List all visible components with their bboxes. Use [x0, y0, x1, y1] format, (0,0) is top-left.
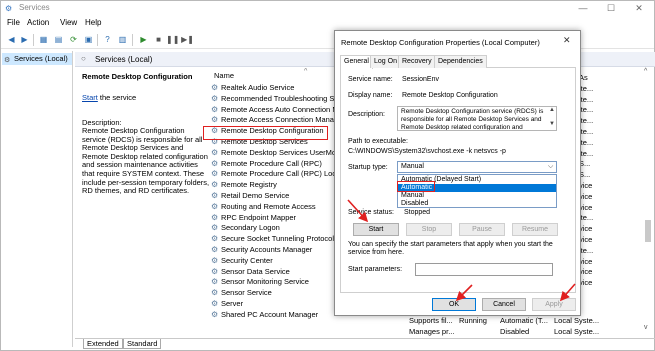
arrow-to-ok-button: [455, 284, 473, 302]
arrow-to-start-button: [347, 199, 369, 223]
annotation-arrows: [347, 199, 576, 302]
arrow-to-apply-button: [559, 283, 576, 302]
